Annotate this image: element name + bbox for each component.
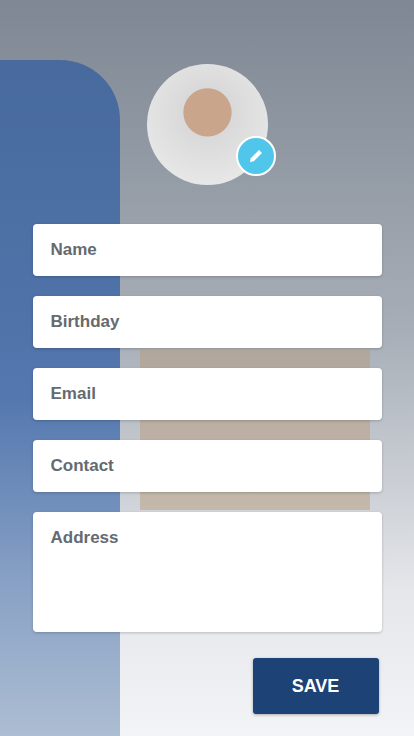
field-placeholder: Name xyxy=(51,240,97,260)
pencil-icon xyxy=(247,147,265,165)
field-placeholder: Email xyxy=(51,384,96,404)
edit-profile-screen: Name Birthday Email Contact Address SAVE xyxy=(0,0,414,736)
text-field[interactable]: Email xyxy=(33,368,382,420)
text-field[interactable]: Name xyxy=(33,224,382,276)
text-field[interactable]: Birthday xyxy=(33,296,382,348)
field-placeholder: Birthday xyxy=(51,312,120,332)
text-field[interactable]: Contact xyxy=(33,440,382,492)
save-button[interactable]: SAVE xyxy=(253,658,379,714)
edit-avatar-button[interactable] xyxy=(236,136,276,176)
field-placeholder: Contact xyxy=(51,456,114,476)
address-textarea[interactable]: Address xyxy=(33,512,382,632)
profile-form: Name Birthday Email Contact Address xyxy=(33,224,382,632)
field-placeholder: Address xyxy=(51,528,119,548)
